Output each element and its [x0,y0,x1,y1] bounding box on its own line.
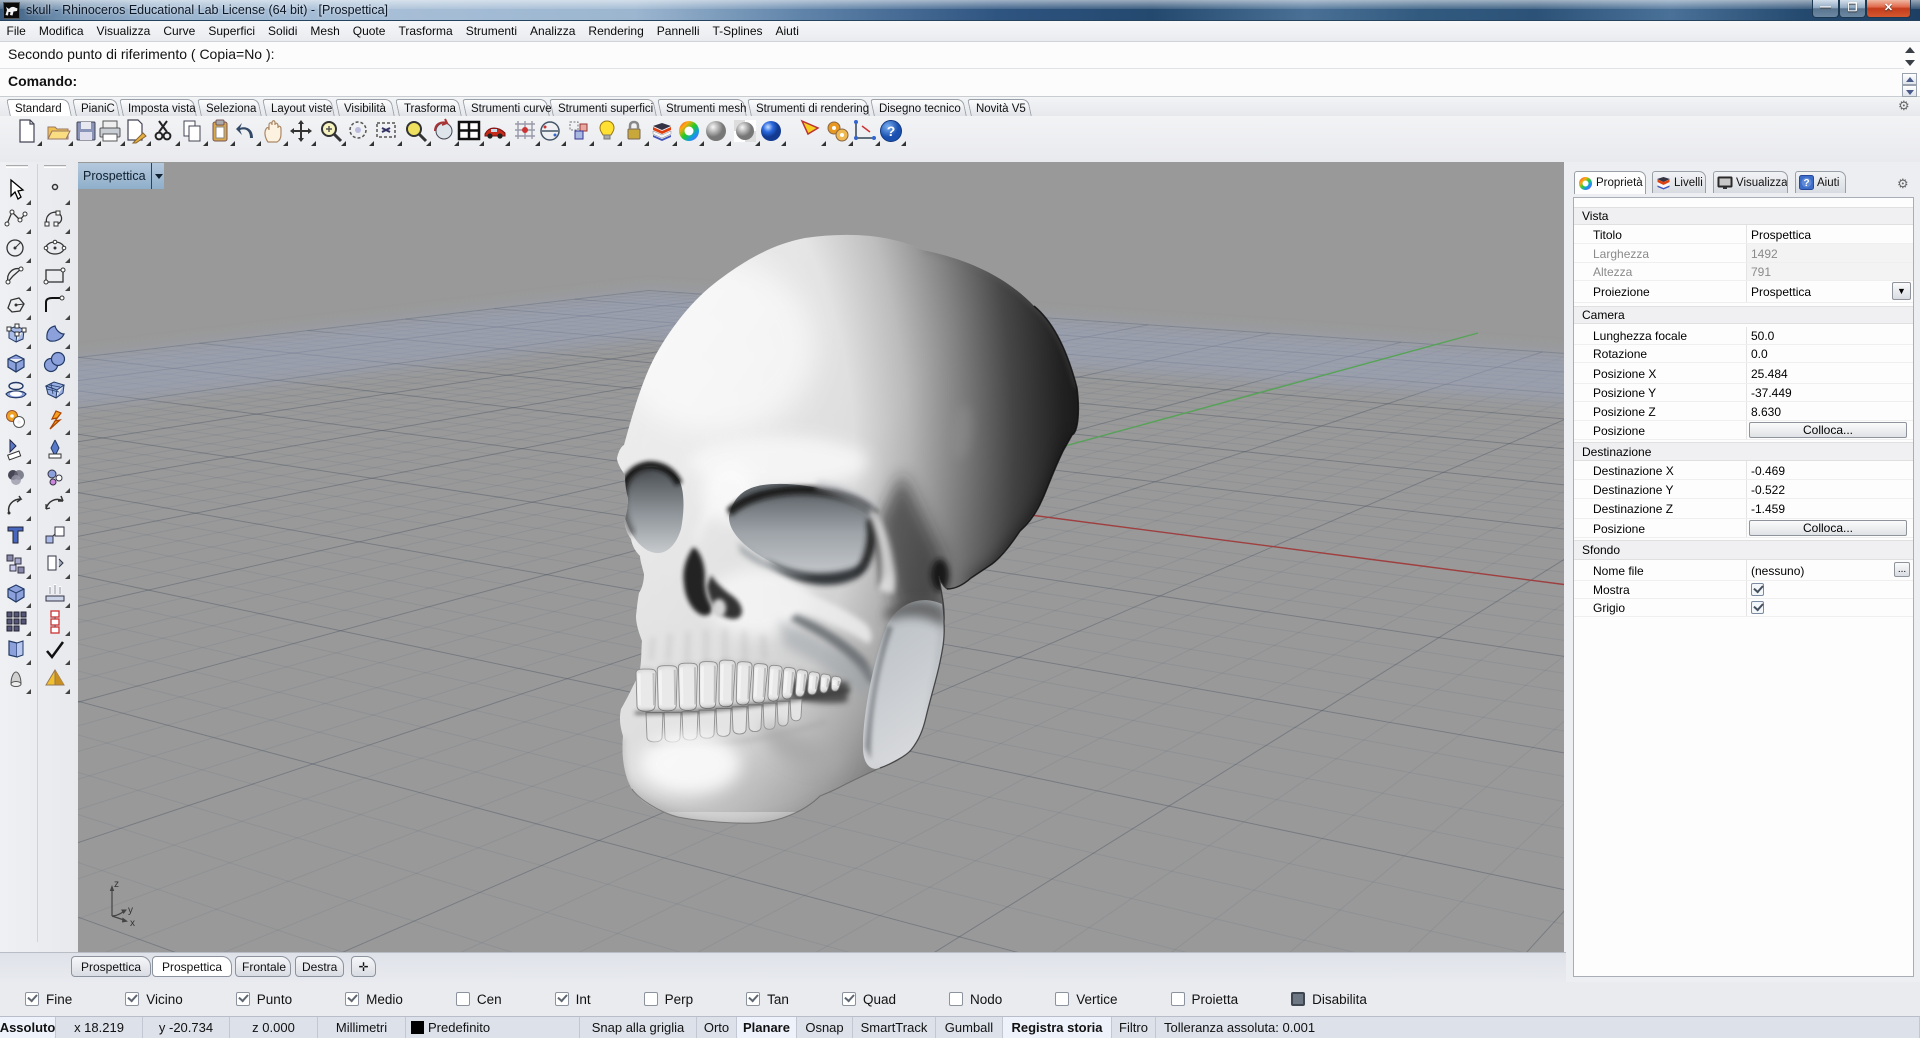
svg-text:?: ? [1803,178,1809,189]
svg-text:?: ? [887,123,896,139]
svg-text:x: x [130,918,135,928]
svg-text:z: z [114,879,119,890]
svg-text:y: y [128,905,133,916]
